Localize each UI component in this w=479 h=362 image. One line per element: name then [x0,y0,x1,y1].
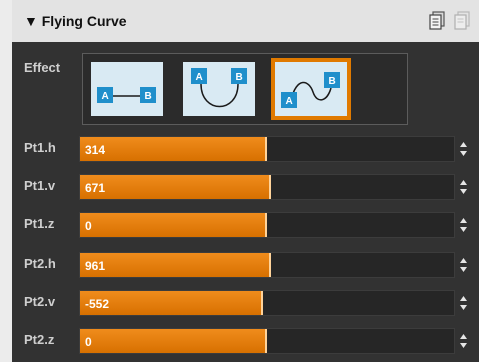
spinner-arrows-icon[interactable] [459,216,468,234]
slider-label: Pt1.z [24,216,55,231]
slider-label: Pt1.h [24,140,56,155]
slider-fill[interactable] [80,137,267,161]
point-b-label: B [329,76,336,87]
slider-row-pt2-v: Pt2.v -552 [12,290,479,316]
straight-line-thumbnail: A B [91,62,163,116]
slider-track[interactable]: 961 [79,252,455,278]
slider-row-pt2-h: Pt2.h 961 [12,252,479,278]
flying-curve-panel: ▼ Flying Curve Effect A B A B A B Pt1.h … [12,0,479,362]
slider-track[interactable]: 671 [79,174,455,200]
u-curve-thumbnail: A B [183,62,255,116]
slider-track[interactable]: 0 [79,328,455,354]
panel-body: Effect A B A B A B Pt1.h 314 Pt1.v 671 P… [12,42,479,362]
slider-label: Pt1.v [24,178,56,193]
slider-value[interactable]: 0 [85,335,92,349]
spinner-arrows-icon[interactable] [459,332,468,350]
slider-value[interactable]: 0 [85,219,92,233]
effect-label: Effect [24,60,61,75]
spinner-arrows-icon[interactable] [459,140,468,158]
slider-value[interactable]: 961 [85,259,105,273]
slider-value[interactable]: 314 [85,143,105,157]
slider-fill[interactable] [80,253,271,277]
spinner-arrows-icon[interactable] [459,294,468,312]
effect-option-s-curve[interactable]: A B [271,58,351,120]
slider-label: Pt2.v [24,294,56,309]
slider-row-pt1-h: Pt1.h 314 [12,136,479,162]
panel-title[interactable]: ▼ Flying Curve [24,13,127,29]
slider-track[interactable]: 314 [79,136,455,162]
effect-selector: A B A B A B [82,53,408,125]
paste-icon[interactable] [453,11,471,31]
slider-track[interactable]: 0 [79,212,455,238]
slider-track[interactable]: -552 [79,290,455,316]
slider-value[interactable]: 671 [85,181,105,195]
point-a-label: A [102,91,109,102]
slider-row-pt1-v: Pt1.v 671 [12,174,479,200]
spinner-arrows-icon[interactable] [459,256,468,274]
point-b-label: B [236,72,243,83]
effect-option-straight-line[interactable]: A B [87,58,167,120]
point-a-label: A [286,96,293,107]
slider-value[interactable]: -552 [85,297,109,311]
slider-row-pt1-z: Pt1.z 0 [12,212,479,238]
spinner-arrows-icon[interactable] [459,178,468,196]
slider-label: Pt2.z [24,332,55,347]
point-a-label: A [196,72,203,83]
slider-row-pt2-z: Pt2.z 0 [12,328,479,354]
copy-icon[interactable] [428,11,446,31]
point-b-label: B [145,91,152,102]
panel-header[interactable]: ▼ Flying Curve [12,0,479,42]
slider-label: Pt2.h [24,256,56,271]
s-curve-thumbnail: A B [275,62,347,116]
panel-title-text: Flying Curve [41,13,127,29]
slider-fill[interactable] [80,175,271,199]
slider-fill[interactable] [80,213,267,237]
effect-option-u-curve[interactable]: A B [179,58,259,120]
slider-fill[interactable] [80,329,267,353]
collapse-triangle-icon[interactable]: ▼ [24,13,38,29]
